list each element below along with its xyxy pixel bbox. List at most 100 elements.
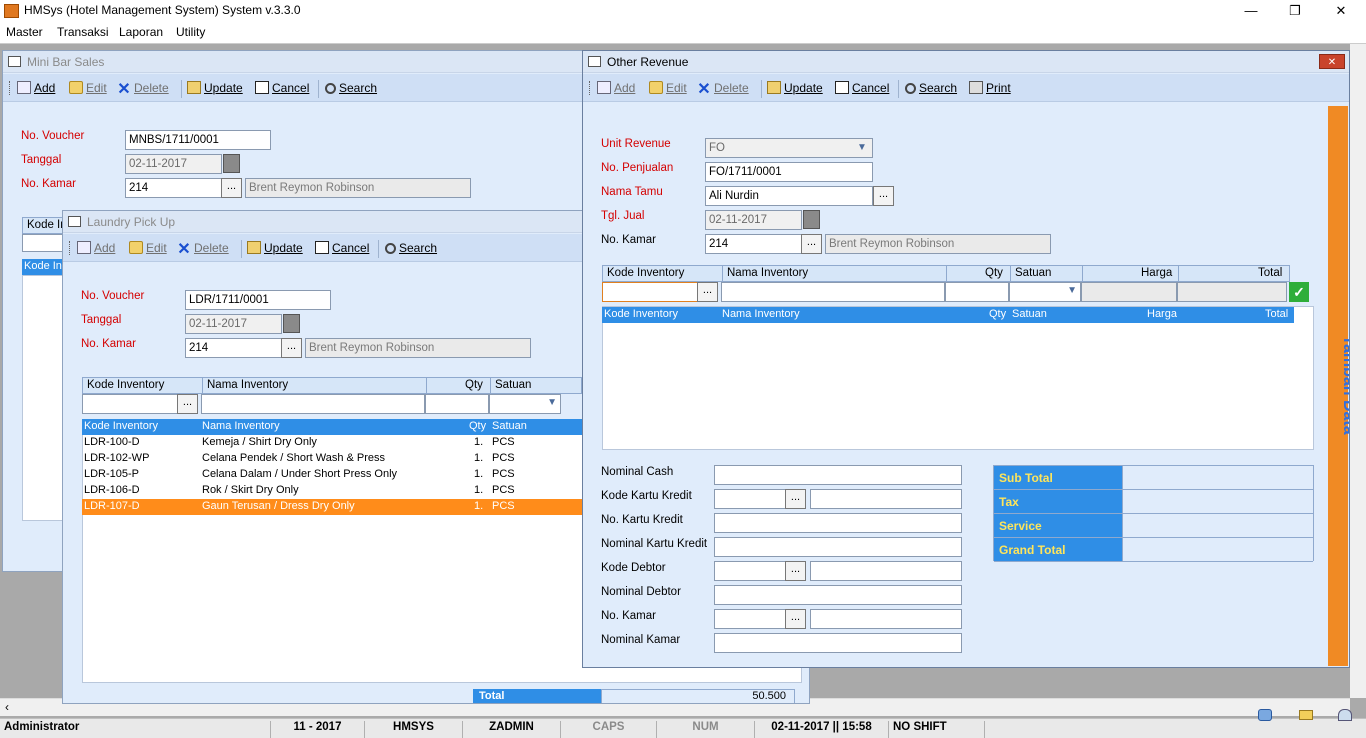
col-qty: Qty (465, 379, 483, 391)
table-row[interactable]: LDR-100-D Kemeja / Shirt Dry Only 1. PCS (82, 435, 582, 451)
close-button[interactable]: ✕ (1318, 0, 1364, 22)
total-value: 50.500 (601, 689, 795, 703)
mail-icon[interactable] (1299, 710, 1313, 720)
kamar-lookup-button[interactable]: ... (281, 338, 302, 358)
payment-lookup-button[interactable]: ... (785, 561, 806, 581)
minimize-button[interactable]: — (1228, 0, 1274, 22)
voucher-field[interactable]: LDR/1711/0001 (185, 290, 331, 310)
laundry-update-button[interactable]: Update (247, 241, 303, 255)
tanggal-field[interactable]: 02-11-2017 (125, 154, 222, 174)
cell-kode: LDR-107-D (84, 500, 140, 512)
grid-input-satuan[interactable]: ▼ (1009, 282, 1081, 302)
minibar-search-button[interactable]: Search (325, 81, 377, 95)
laundry-cancel-button[interactable]: Cancel (315, 241, 369, 255)
cancel-label: Cancel (332, 241, 370, 255)
kode-lookup-button[interactable]: ... (177, 394, 198, 414)
other-edit-button[interactable]: Edit (649, 81, 687, 95)
grid-input-kode[interactable] (82, 394, 178, 414)
other-print-button[interactable]: Print (969, 81, 1011, 95)
payment-code-field[interactable] (714, 489, 786, 509)
minibar-update-button[interactable]: Update (187, 81, 243, 95)
payment-name-field[interactable] (810, 609, 962, 629)
tanggal-field[interactable]: 02-11-2017 (185, 314, 282, 334)
edit-label: Edit (666, 81, 687, 95)
grid-input-kode[interactable] (602, 282, 698, 302)
cell-qty: 1. (474, 436, 484, 448)
payment-amount-field[interactable] (714, 585, 962, 605)
minibar-delete-button[interactable]: ✕ Delete (117, 81, 168, 98)
kamar-field[interactable]: 214 (125, 178, 222, 198)
network-icon[interactable] (1258, 709, 1272, 721)
menu-utility[interactable]: Utility (176, 25, 205, 39)
col-satuan: Satuan (1012, 308, 1047, 320)
payment-name-field[interactable] (810, 489, 962, 509)
other-update-button[interactable]: Update (767, 81, 823, 95)
table-row[interactable]: LDR-105-P Celana Dalam / Under Short Pres… (82, 467, 582, 483)
payment-code-field[interactable] (714, 561, 786, 581)
payment-name-field[interactable] (810, 561, 962, 581)
nama-tamu-label: Nama Tamu (601, 186, 663, 198)
chevron-down-icon[interactable]: ▼ (857, 142, 867, 153)
grid-input-nama[interactable] (201, 394, 425, 414)
penjualan-field[interactable]: FO/1711/0001 (705, 162, 873, 182)
payment-amount-field[interactable] (714, 537, 962, 557)
payment-label: No. Kamar (601, 610, 656, 622)
summary-label: Grand Total (994, 538, 1122, 561)
minibar-edit-button[interactable]: Edit (69, 81, 107, 95)
tgl-jual-field[interactable]: 02-11-2017 (705, 210, 802, 230)
maximize-button[interactable]: ❐ (1272, 0, 1318, 22)
date-picker-button[interactable] (223, 154, 240, 173)
other-delete-button[interactable]: ✕ Delete (697, 81, 748, 98)
user-icon[interactable] (1338, 709, 1352, 721)
confirm-check-icon[interactable]: ✓ (1289, 282, 1309, 302)
table-row[interactable]: LDR-106-D Rok / Skirt Dry Only 1. PCS (82, 483, 582, 499)
update-icon (187, 81, 201, 94)
chevron-down-icon[interactable]: ▼ (1067, 285, 1077, 296)
tamu-lookup-button[interactable]: ... (873, 186, 894, 206)
date-picker-button[interactable] (803, 210, 820, 229)
kamar-field[interactable]: 214 (185, 338, 282, 358)
menu-master[interactable]: Master (6, 25, 43, 39)
close-icon[interactable]: ✕ (1319, 54, 1345, 69)
grid-input-qty[interactable] (945, 282, 1009, 302)
grid-input-nama[interactable] (721, 282, 945, 302)
other-title-bar: Other Revenue ✕ (583, 51, 1349, 73)
other-add-button[interactable]: Add (597, 81, 635, 95)
kode-lookup-button[interactable]: ... (697, 282, 718, 302)
chevron-down-icon[interactable]: ▼ (547, 397, 557, 408)
minibar-add-button[interactable]: Add (17, 81, 55, 95)
tambah-data-tab[interactable]: Tambah Data (1328, 106, 1349, 666)
other-cancel-button[interactable]: Cancel (835, 81, 889, 95)
laundry-search-button[interactable]: Search (385, 241, 437, 255)
table-row[interactable]: LDR-107-D Gaun Terusan / Dress Dry Only 1.… (82, 499, 582, 515)
scroll-left-icon[interactable]: ‹ (5, 700, 9, 714)
laundry-edit-button[interactable]: Edit (129, 241, 167, 255)
minibar-cancel-button[interactable]: Cancel (255, 81, 309, 95)
unit-revenue-select[interactable]: FO (705, 138, 873, 158)
laundry-delete-button[interactable]: ✕ Delete (177, 241, 228, 258)
payment-code-field[interactable] (714, 609, 786, 629)
kamar-lookup-button[interactable]: ... (801, 234, 822, 254)
payment-amount-field[interactable] (714, 513, 962, 533)
vertical-scrollbar[interactable] (1350, 44, 1366, 698)
grid-input-satuan[interactable]: ▼ (489, 394, 561, 414)
date-picker-button[interactable] (283, 314, 300, 333)
other-search-button[interactable]: Search (905, 81, 957, 95)
payment-amount-field[interactable] (714, 633, 962, 653)
payment-lookup-button[interactable]: ... (785, 489, 806, 509)
status-login: ZADMIN (462, 721, 560, 738)
table-row[interactable]: LDR-102-WP Celana Pendek / Short Wash & P… (82, 451, 582, 467)
menu-laporan[interactable]: Laporan (119, 25, 163, 39)
payment-amount-field[interactable] (714, 465, 962, 485)
cell-nama: Gaun Terusan / Dress Dry Only (202, 500, 355, 512)
menu-transaksi[interactable]: Transaksi (57, 25, 109, 39)
nama-tamu-field[interactable]: Ali Nurdin (705, 186, 873, 206)
grid-input-qty[interactable] (425, 394, 489, 414)
voucher-field[interactable]: MNBS/1711/0001 (125, 130, 271, 150)
payment-lookup-button[interactable]: ... (785, 609, 806, 629)
summary-value (1122, 466, 1313, 489)
laundry-add-button[interactable]: Add (77, 241, 115, 255)
kamar-field[interactable]: 214 (705, 234, 802, 254)
kamar-lookup-button[interactable]: ... (221, 178, 242, 198)
penjualan-label: No. Penjualan (601, 162, 674, 174)
